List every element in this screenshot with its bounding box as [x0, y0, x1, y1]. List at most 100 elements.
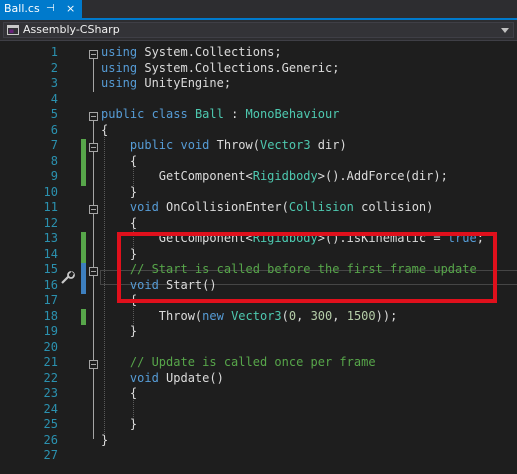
- code-editor[interactable]: 1 using System.Collections; 2 using System.…: [0, 41, 517, 474]
- code-token: Vector3: [231, 308, 282, 323]
- line-number: 13: [43, 231, 58, 245]
- code-line[interactable]: public void Throw(Vector3 dir): [101, 138, 347, 154]
- line-number: 19: [43, 324, 58, 338]
- line-number: 16: [43, 277, 58, 292]
- code-token: >().AddForce(dir);: [317, 169, 448, 183]
- code-token: Rigidbody: [252, 169, 318, 183]
- code-token: Vector3: [259, 138, 311, 152]
- code-token: void: [129, 370, 159, 385]
- outline-line: [93, 59, 94, 92]
- code-token: MonoBehaviour: [245, 107, 340, 121]
- navigation-bar: Assembly-CSharp: [0, 20, 517, 41]
- line-number: 25: [43, 417, 58, 431]
- line-number: 2: [50, 60, 58, 75]
- collapse-toggle[interactable]: [89, 112, 98, 121]
- code-token: ,: [296, 308, 311, 323]
- code-line[interactable]: using UnityEngine;: [101, 76, 231, 92]
- change-marker: [81, 309, 86, 325]
- line-number: 22: [43, 370, 58, 385]
- tab-ball-cs[interactable]: Ball.cs ⊣ ×: [0, 0, 82, 18]
- line-number: 9: [50, 169, 58, 183]
- line-number: 7: [50, 138, 58, 152]
- code-line[interactable]: public class Ball : MonoBehaviour: [101, 107, 339, 123]
- close-icon[interactable]: ×: [66, 0, 75, 18]
- code-line[interactable]: }: [101, 324, 137, 340]
- collapse-toggle[interactable]: [89, 267, 98, 276]
- csharp-project-icon: [7, 25, 19, 35]
- line-number: 26: [43, 432, 58, 447]
- wrench-icon[interactable]: [60, 271, 76, 285]
- line-number: 18: [43, 308, 58, 323]
- code-token: void: [180, 138, 210, 152]
- code-token: public: [129, 138, 174, 152]
- code-token: System.Collections.Generic;: [137, 60, 340, 75]
- line-number: 15: [43, 262, 58, 276]
- code-line[interactable]: using System.Collections.Generic;: [101, 61, 339, 77]
- collapse-toggle[interactable]: [89, 50, 98, 59]
- line-number: 12: [43, 215, 58, 230]
- code-token: {: [101, 215, 138, 230]
- code-line[interactable]: }: [101, 185, 137, 201]
- code-token: System.Collections;: [137, 45, 282, 59]
- line-number: 20: [43, 339, 58, 354]
- code-token: void: [129, 200, 159, 214]
- code-token: Update(): [158, 370, 224, 385]
- code-line[interactable]: {: [101, 154, 137, 170]
- collapse-toggle[interactable]: [89, 205, 98, 214]
- code-token: {: [101, 153, 138, 168]
- line-number: 27: [43, 448, 58, 462]
- code-token: :: [223, 107, 246, 121]
- pin-icon[interactable]: ⊣: [46, 0, 55, 18]
- code-token: class: [151, 107, 188, 121]
- collapse-toggle[interactable]: [89, 143, 98, 152]
- code-token: UnityEngine;: [137, 76, 232, 90]
- code-token: new: [202, 308, 224, 323]
- collapse-toggle[interactable]: [89, 360, 98, 369]
- line-number: 5: [50, 107, 58, 121]
- code-token: {: [101, 122, 109, 137]
- project-name: Assembly-CSharp: [23, 23, 120, 36]
- code-token: Ball: [194, 107, 224, 121]
- line-number: 6: [50, 122, 58, 137]
- code-line[interactable]: }: [101, 417, 137, 433]
- document-tab-strip: Ball.cs ⊣ ×: [0, 0, 517, 20]
- code-token: }: [101, 324, 138, 338]
- code-line[interactable]: {: [101, 386, 137, 402]
- tab-title: Ball.cs: [4, 2, 40, 15]
- code-line[interactable]: }: [101, 433, 108, 449]
- code-token: ));: [375, 308, 398, 323]
- code-line[interactable]: void OnCollisionEnter(Collision collisio…: [101, 200, 433, 216]
- line-number: 14: [43, 246, 58, 261]
- chevron-down-icon[interactable]: [501, 28, 509, 33]
- code-token: 300: [310, 308, 333, 323]
- code-token: Throw(: [209, 138, 260, 152]
- code-token: }: [101, 417, 138, 431]
- change-marker: [81, 139, 86, 186]
- code-line[interactable]: Throw(new Vector3(0, 300, 1500));: [101, 308, 398, 325]
- code-token: Throw(: [101, 308, 203, 323]
- code-line[interactable]: {: [101, 216, 137, 232]
- line-number: 4: [50, 91, 58, 106]
- code-line[interactable]: {: [101, 123, 108, 139]
- line-number: 23: [43, 386, 58, 400]
- code-token: public: [101, 107, 145, 121]
- code-token: dir): [310, 138, 347, 152]
- code-line[interactable]: GetComponent<Rigidbody>().AddForce(dir);: [101, 169, 448, 185]
- line-number: 8: [50, 153, 58, 168]
- line-number: 10: [43, 184, 58, 199]
- outline-line: [93, 121, 94, 439]
- code-line[interactable]: // Update is called once per frame: [101, 355, 376, 371]
- code-line[interactable]: void Update(): [101, 371, 224, 387]
- code-token: }: [101, 184, 138, 199]
- line-number: 24: [43, 401, 58, 416]
- code-token: // Update is called once per frame: [129, 355, 376, 369]
- project-dropdown[interactable]: Assembly-CSharp: [3, 22, 514, 38]
- change-marker: [81, 232, 86, 263]
- code-line[interactable]: using System.Collections;: [101, 45, 282, 61]
